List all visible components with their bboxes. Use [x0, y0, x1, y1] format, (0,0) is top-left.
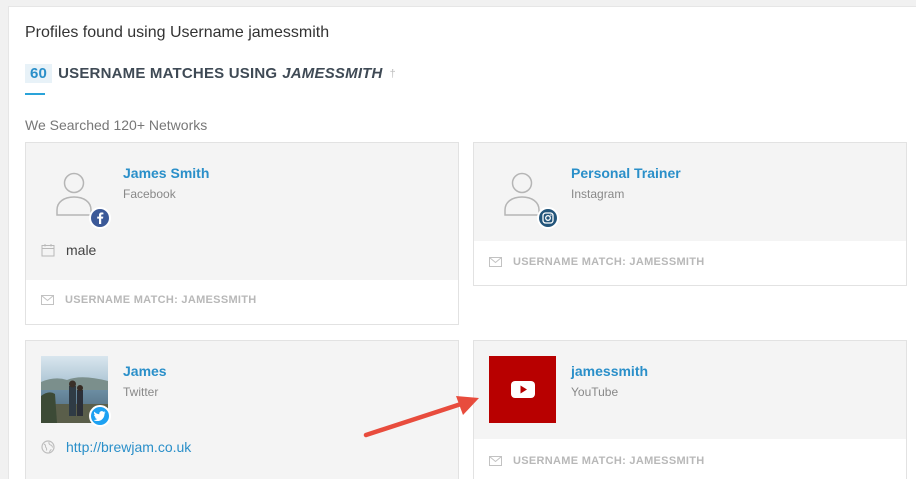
profile-name[interactable]: James Smith	[123, 165, 209, 181]
facebook-icon	[89, 207, 111, 229]
avatar	[41, 158, 111, 229]
envelope-icon	[489, 456, 502, 466]
profile-network: Twitter	[123, 385, 159, 399]
username-match-text: USERNAME MATCH: JAMESSMITH	[513, 256, 705, 268]
profile-card-facebook[interactable]: James Smith Facebook male USERNAME MATCH…	[25, 142, 459, 325]
username-match-row: USERNAME MATCH: JAMESSMITH	[489, 455, 705, 467]
gender-row: male	[41, 242, 96, 258]
twitter-icon	[89, 405, 111, 427]
match-heading: 60 USERNAME MATCHES USING JAMESSMITH †	[25, 64, 396, 83]
username-match-text: USERNAME MATCH: JAMESSMITH	[513, 455, 705, 467]
searched-networks-text: We Searched 120+ Networks	[25, 117, 208, 133]
username-match-row: USERNAME MATCH: JAMESSMITH	[41, 294, 257, 306]
match-username: JAMESSMITH	[282, 65, 383, 82]
avatar	[41, 356, 111, 427]
envelope-icon	[41, 295, 54, 305]
envelope-icon	[489, 257, 502, 267]
profile-card-youtube[interactable]: jamessmith YouTube USERNAME MATCH: JAMES…	[473, 340, 907, 479]
match-label: USERNAME MATCHES USING	[58, 65, 278, 82]
profile-network: Instagram	[571, 187, 625, 201]
instagram-icon	[537, 207, 559, 229]
website-link[interactable]: http://brewjam.co.uk	[66, 439, 191, 455]
profile-card-twitter[interactable]: James Twitter http://brewjam.co.uk	[25, 340, 459, 479]
username-match-row: USERNAME MATCH: JAMESSMITH	[489, 256, 705, 268]
results-panel: Profiles found using Username jamessmith…	[8, 6, 916, 479]
page-title: Profiles found using Username jamessmith	[25, 24, 330, 41]
profile-name[interactable]: James	[123, 363, 167, 379]
username-match-text: USERNAME MATCH: JAMESSMITH	[65, 294, 257, 306]
youtube-tile	[489, 356, 556, 423]
youtube-icon	[510, 381, 535, 398]
calendar-icon	[41, 244, 55, 257]
profile-name[interactable]: jamessmith	[571, 363, 648, 379]
heading-underline	[25, 93, 45, 95]
profile-network: YouTube	[571, 385, 619, 399]
website-row[interactable]: http://brewjam.co.uk	[41, 439, 191, 455]
profile-name[interactable]: Personal Trainer	[571, 165, 681, 181]
match-count-badge: 60	[25, 64, 53, 83]
avatar	[489, 158, 559, 229]
globe-icon	[41, 440, 55, 454]
dagger-icon[interactable]: †	[390, 68, 396, 80]
profile-network: Facebook	[123, 187, 176, 201]
profile-card-instagram[interactable]: Personal Trainer Instagram USERNAME MATC…	[473, 142, 907, 286]
gender-value: male	[66, 242, 97, 258]
